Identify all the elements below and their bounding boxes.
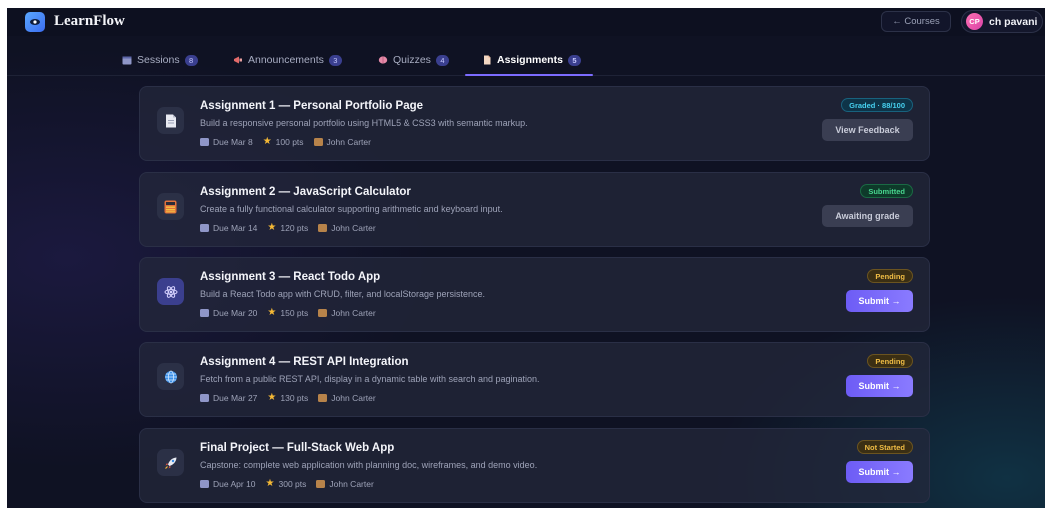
tab-count-badge: 8 — [184, 54, 198, 66]
book-icon — [318, 308, 328, 317]
calendar-icon — [200, 308, 209, 317]
atom-icon — [157, 278, 184, 305]
tab-count-badge: 4 — [435, 54, 449, 66]
user-name: ch pavani — [989, 15, 1038, 28]
tab-count-badge: 5 — [567, 54, 581, 66]
calendar-icon — [200, 479, 209, 488]
learnflow-logo-icon[interactable] — [25, 12, 45, 32]
app-window: LearnFlow ← Courses CP ch pavani Session… — [7, 8, 1045, 508]
instructor: John Carter — [331, 222, 376, 233]
assignment-card[interactable]: Assignment 1 — Personal Portfolio Page B… — [139, 86, 930, 161]
points: 300 pts — [278, 478, 307, 489]
points: 150 pts — [280, 307, 309, 318]
user-menu[interactable]: CP ch pavani — [961, 10, 1043, 33]
points: 130 pts — [280, 392, 309, 403]
assignment-title: Assignment 4 — REST API Integration — [200, 356, 409, 368]
calendar-icon — [200, 223, 209, 232]
assignment-card[interactable]: Assignment 3 — React Todo App Build a Re… — [139, 257, 930, 332]
avatar: CP — [966, 13, 983, 30]
assignment-description: Fetch from a public REST API, display in… — [200, 374, 540, 384]
assignment-card[interactable]: Assignment 2 — JavaScript Calculator Cre… — [139, 172, 930, 247]
view-feedback-button[interactable]: View Feedback — [822, 119, 913, 141]
star-icon: ★ — [262, 136, 272, 147]
tab-announcements[interactable]: Announcements 3 — [232, 52, 342, 68]
assignment-description: Capstone: complete web application with … — [200, 460, 538, 470]
tab-quizzes[interactable]: Quizzes 4 — [377, 52, 449, 68]
assignment-meta: Due Mar 20 ★ 150 pts John Carter — [200, 307, 376, 318]
calculator-icon — [157, 193, 184, 220]
submit-button[interactable]: Submit → — [846, 461, 913, 483]
points: 120 pts — [280, 222, 309, 233]
calendar-icon — [121, 55, 132, 66]
star-icon: ★ — [267, 222, 277, 233]
tab-label: Sessions — [137, 54, 180, 66]
book-icon — [318, 223, 328, 232]
assignment-meta: Due Mar 8 ★ 100 pts John Carter — [200, 136, 371, 147]
document-icon — [157, 107, 184, 134]
instructor: John Carter — [331, 307, 376, 318]
top-bar: LearnFlow ← Courses CP ch pavani — [7, 8, 1045, 36]
app-title[interactable]: LearnFlow — [54, 13, 125, 30]
assignment-card[interactable]: Final Project — Full-Stack Web App Capst… — [139, 428, 930, 503]
due-date: Due Apr 10 — [213, 478, 256, 489]
megaphone-icon — [232, 55, 243, 66]
assignment-title: Assignment 3 — React Todo App — [200, 271, 381, 283]
assignment-description: Build a React Todo app with CRUD, filter… — [200, 289, 485, 299]
awaiting-grade-button: Awaiting grade — [822, 205, 913, 227]
status-badge: Pending — [867, 269, 913, 283]
star-icon: ★ — [267, 307, 277, 318]
star-icon: ★ — [267, 392, 277, 403]
rocket-icon — [157, 449, 184, 476]
assignment-description: Build a responsive personal portfolio us… — [200, 118, 528, 128]
status-badge: Submitted — [860, 184, 913, 198]
document-icon — [481, 55, 492, 66]
assignment-description: Create a fully functional calculator sup… — [200, 204, 503, 214]
points: 100 pts — [275, 136, 304, 147]
status-badge: Not Started — [856, 440, 913, 454]
active-tab-indicator — [465, 74, 593, 76]
calendar-icon — [200, 137, 209, 146]
instructor: John Carter — [329, 478, 374, 489]
book-icon — [318, 393, 328, 402]
assignment-title: Assignment 2 — JavaScript Calculator — [200, 186, 411, 198]
due-date: Due Mar 20 — [213, 307, 258, 318]
status-badge: Pending — [867, 354, 913, 368]
tab-assignments[interactable]: Assignments 5 — [481, 52, 581, 68]
tab-sessions[interactable]: Sessions 8 — [121, 52, 198, 68]
tab-bar: Sessions 8 Announcements 3 Quizzes 4 Ass… — [7, 44, 1045, 76]
submit-button[interactable]: Submit → — [846, 375, 913, 397]
globe-icon — [157, 363, 184, 390]
due-date: Due Mar 8 — [213, 136, 253, 147]
assignment-meta: Due Apr 10 ★ 300 pts John Carter — [200, 478, 374, 489]
status-badge: Graded · 88/100 — [841, 98, 913, 112]
assignment-card[interactable]: Assignment 4 — REST API Integration Fetc… — [139, 342, 930, 417]
assignment-title: Assignment 1 — Personal Portfolio Page — [200, 100, 424, 112]
instructor: John Carter — [331, 392, 376, 403]
book-icon — [313, 137, 323, 146]
book-icon — [316, 479, 326, 488]
brain-icon — [377, 55, 388, 66]
assignment-title: Final Project — Full-Stack Web App — [200, 442, 395, 454]
assignment-meta: Due Mar 14 ★ 120 pts John Carter — [200, 222, 376, 233]
assignment-meta: Due Mar 27 ★ 130 pts John Carter — [200, 392, 376, 403]
back-to-courses-button[interactable]: ← Courses — [881, 11, 951, 32]
due-date: Due Mar 27 — [213, 392, 258, 403]
due-date: Due Mar 14 — [213, 222, 258, 233]
tab-label: Assignments — [497, 54, 563, 66]
calendar-icon — [200, 393, 209, 402]
tab-label: Quizzes — [393, 54, 431, 66]
star-icon: ★ — [265, 478, 275, 489]
tab-label: Announcements — [248, 54, 324, 66]
tab-count-badge: 3 — [328, 54, 342, 66]
instructor: John Carter — [326, 136, 371, 147]
submit-button[interactable]: Submit → — [846, 290, 913, 312]
